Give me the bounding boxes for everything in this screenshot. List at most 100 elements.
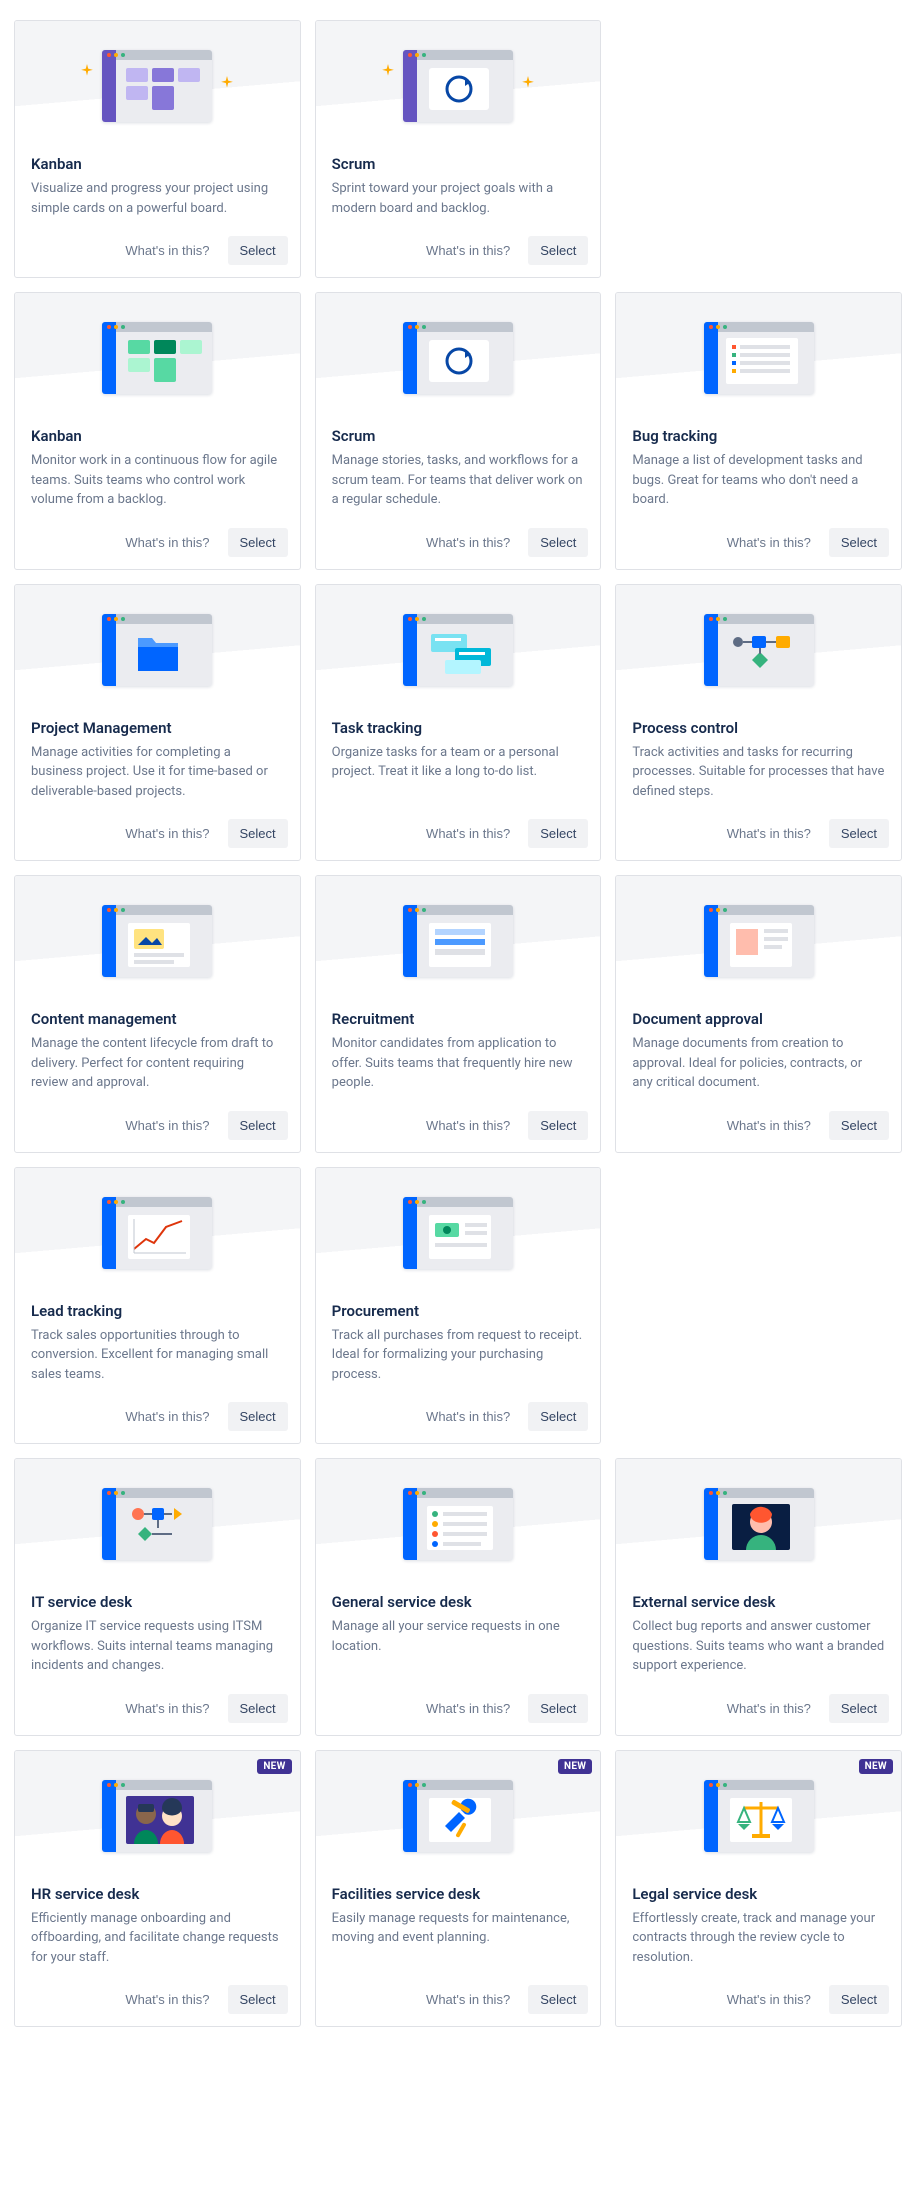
card-thumbnail (316, 1168, 601, 1298)
card-description: Manage documents from creation to approv… (632, 1034, 885, 1093)
select-button[interactable]: Select (528, 1111, 588, 1140)
whats-in-this-button[interactable]: What's in this? (420, 822, 516, 845)
whats-in-this-button[interactable]: What's in this? (119, 1988, 215, 2011)
card-title: Recruitment (332, 1010, 585, 1028)
whats-in-this-button[interactable]: What's in this? (721, 1988, 817, 2011)
card-description: Collect bug reports and answer customer … (632, 1617, 885, 1676)
card-thumbnail (316, 585, 601, 715)
whats-in-this-button[interactable]: What's in this? (721, 1114, 817, 1137)
whats-in-this-button[interactable]: What's in this? (721, 531, 817, 554)
facilities-service-icon (393, 1776, 523, 1856)
select-button[interactable]: Select (228, 1111, 288, 1140)
card-description: Easily manage requests for maintenance, … (332, 1909, 585, 1948)
card-title: Legal service desk (632, 1885, 885, 1903)
hr-service-icon (92, 1776, 222, 1856)
new-badge: NEW (859, 1759, 893, 1774)
card-title: HR service desk (31, 1885, 284, 1903)
whats-in-this-button[interactable]: What's in this? (721, 822, 817, 845)
select-button[interactable]: Select (528, 819, 588, 848)
template-card: Procurement Track all purchases from req… (315, 1167, 602, 1445)
card-title: Facilities service desk (332, 1885, 585, 1903)
template-card: IT service desk Organize IT service requ… (14, 1458, 301, 1736)
whats-in-this-button[interactable]: What's in this? (721, 1697, 817, 1720)
select-button[interactable]: Select (528, 1402, 588, 1431)
external-service-icon (694, 1484, 824, 1564)
whats-in-this-button[interactable]: What's in this? (420, 531, 516, 554)
template-card: Scrum Sprint toward your project goals w… (315, 20, 602, 278)
new-badge: NEW (257, 1759, 291, 1774)
lead-tracking-icon (92, 1193, 222, 1273)
card-description: Manage the content lifecycle from draft … (31, 1034, 284, 1093)
nextgen-scrum-icon (393, 46, 523, 126)
legal-service-icon (694, 1776, 824, 1856)
whats-in-this-button[interactable]: What's in this? (119, 1114, 215, 1137)
select-button[interactable]: Select (829, 1694, 889, 1723)
card-title: Project Management (31, 719, 284, 737)
select-button[interactable]: Select (829, 819, 889, 848)
select-button[interactable]: Select (528, 1985, 588, 2014)
select-button[interactable]: Select (528, 1694, 588, 1723)
select-button[interactable]: Select (829, 528, 889, 557)
card-description: Sprint toward your project goals with a … (332, 179, 585, 218)
template-card: Process control Track activities and tas… (615, 584, 902, 862)
project-mgmt-icon (92, 610, 222, 690)
card-description: Manage all your service requests in one … (332, 1617, 585, 1656)
select-button[interactable]: Select (228, 1694, 288, 1723)
card-title: External service desk (632, 1593, 885, 1611)
card-thumbnail: NEW (316, 1751, 601, 1881)
whats-in-this-button[interactable]: What's in this? (119, 822, 215, 845)
card-title: Task tracking (332, 719, 585, 737)
select-button[interactable]: Select (228, 1985, 288, 2014)
card-description: Manage stories, tasks, and workflows for… (332, 451, 585, 510)
card-thumbnail (15, 1168, 300, 1298)
template-card: Task tracking Organize tasks for a team … (315, 584, 602, 862)
card-description: Visualize and progress your project usin… (31, 179, 284, 218)
select-button[interactable]: Select (829, 1985, 889, 2014)
select-button[interactable]: Select (228, 236, 288, 265)
card-title: Kanban (31, 155, 284, 173)
card-thumbnail (616, 585, 901, 715)
select-button[interactable]: Select (228, 528, 288, 557)
whats-in-this-button[interactable]: What's in this? (119, 531, 215, 554)
kanban-icon (92, 318, 222, 398)
card-title: Scrum (332, 427, 585, 445)
template-card: Lead tracking Track sales opportunities … (14, 1167, 301, 1445)
card-thumbnail (15, 1459, 300, 1589)
select-button[interactable]: Select (528, 528, 588, 557)
card-thumbnail (15, 585, 300, 715)
template-card: NEW Legal servi (615, 1750, 902, 2028)
select-button[interactable]: Select (829, 1111, 889, 1140)
whats-in-this-button[interactable]: What's in this? (119, 239, 215, 262)
card-description: Organize tasks for a team or a personal … (332, 743, 585, 782)
whats-in-this-button[interactable]: What's in this? (420, 239, 516, 262)
recruitment-icon (393, 901, 523, 981)
card-description: Track all purchases from request to rece… (332, 1326, 585, 1385)
template-card: Content management Manage the content li… (14, 875, 301, 1153)
template-card: Scrum Manage stories, tasks, and workflo… (315, 292, 602, 570)
card-thumbnail (616, 1459, 901, 1589)
procurement-icon (393, 1193, 523, 1273)
card-title: Kanban (31, 427, 284, 445)
whats-in-this-button[interactable]: What's in this? (420, 1114, 516, 1137)
whats-in-this-button[interactable]: What's in this? (119, 1697, 215, 1720)
card-title: Scrum (332, 155, 585, 173)
whats-in-this-button[interactable]: What's in this? (420, 1988, 516, 2011)
whats-in-this-button[interactable]: What's in this? (420, 1405, 516, 1428)
card-thumbnail (316, 293, 601, 423)
template-card: Document approval Manage documents from … (615, 875, 902, 1153)
template-card: NEW HR service desk (14, 1750, 301, 2028)
card-description: Manage activities for completing a busin… (31, 743, 284, 802)
card-thumbnail: NEW (616, 1751, 901, 1881)
template-card: Project Management Manage activities for… (14, 584, 301, 862)
template-card: Bug tracking Manage a list of developmen… (615, 292, 902, 570)
new-badge: NEW (558, 1759, 592, 1774)
whats-in-this-button[interactable]: What's in this? (420, 1697, 516, 1720)
select-button[interactable]: Select (228, 819, 288, 848)
select-button[interactable]: Select (228, 1402, 288, 1431)
whats-in-this-button[interactable]: What's in this? (119, 1405, 215, 1428)
card-title: General service desk (332, 1593, 585, 1611)
it-service-icon (92, 1484, 222, 1564)
template-card: External service desk Collect bug report… (615, 1458, 902, 1736)
select-button[interactable]: Select (528, 236, 588, 265)
template-card: NEW Facilities service desk Easily m (315, 1750, 602, 2028)
